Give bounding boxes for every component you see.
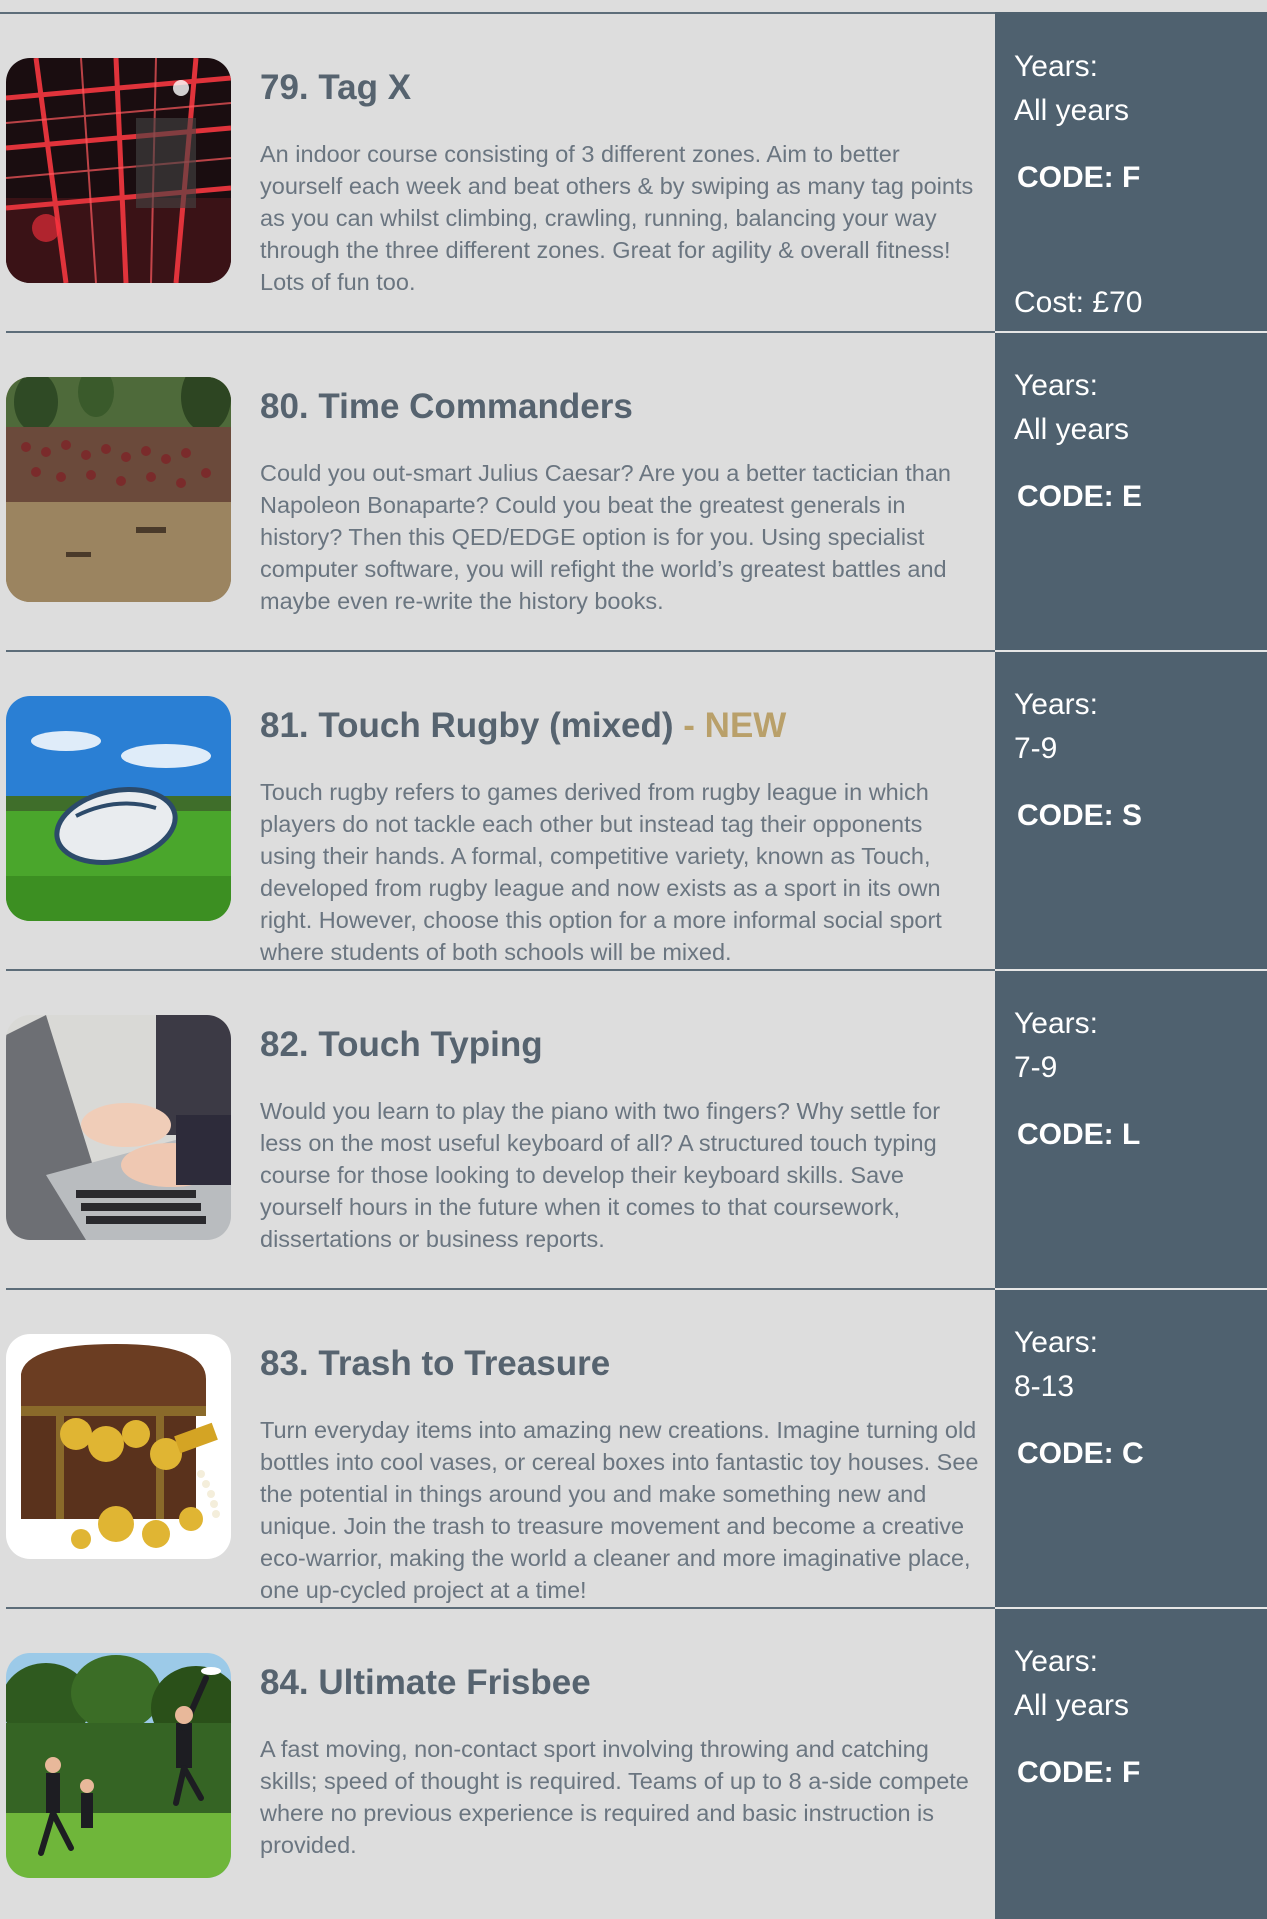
activity-title-text: 84. Ultimate Frisbee	[260, 1663, 591, 1702]
frisbee-players-photo	[6, 1653, 231, 1878]
activity-thumbnail	[6, 696, 231, 921]
activity-thumbnail	[6, 377, 231, 602]
activity-title: 84. Ultimate Frisbee	[260, 1663, 591, 1703]
years-value: All years	[1014, 94, 1130, 127]
new-badge: - NEW	[673, 706, 787, 745]
activity-description: Turn everyday items into amazing new cre…	[260, 1417, 979, 1603]
activity-code: CODE: L	[1017, 1118, 1141, 1151]
activity-row: 82. Touch Typing Would you learn to play…	[0, 971, 1267, 1290]
activity-thumbnail	[6, 58, 231, 283]
years-value: All years	[1014, 1689, 1130, 1722]
activity-title-text: 83. Trash to Treasure	[260, 1344, 611, 1383]
activity-row: 80. Time Commanders Could you out-smart …	[0, 333, 1267, 652]
activity-description: Could you out-smart Julius Caesar? Are y…	[260, 460, 952, 614]
years-value: All years	[1014, 413, 1130, 446]
battle-scene-photo	[6, 377, 231, 602]
years-label: Years:	[1014, 1645, 1098, 1678]
activity-title: 80. Time Commanders	[260, 387, 633, 427]
activity-title-text: 79. Tag X	[260, 68, 412, 107]
activity-row: 84. Ultimate Frisbee A fast moving, non-…	[0, 1609, 1267, 1919]
years-value: 8-13	[1014, 1370, 1075, 1403]
activity-code: CODE: E	[1017, 480, 1143, 513]
activity-description: Touch rugby refers to games derived from…	[260, 779, 942, 965]
activity-title-text: 82. Touch Typing	[260, 1025, 543, 1064]
activity-title: 79. Tag X	[260, 68, 411, 108]
activity-row: 79. Tag X An indoor course consisting of…	[0, 14, 1267, 333]
activity-description: Would you learn to play the piano with t…	[260, 1098, 941, 1252]
activity-title: 81. Touch Rugby (mixed) - NEW	[260, 706, 786, 746]
activity-title-text: 80. Time Commanders	[260, 387, 633, 426]
years-label: Years:	[1014, 50, 1098, 83]
activity-list-page: 79. Tag X An indoor course consisting of…	[0, 0, 1267, 1919]
rugby-ball-photo	[6, 696, 231, 921]
activity-row: 81. Touch Rugby (mixed) - NEW Touch rugb…	[0, 652, 1267, 971]
activity-code: CODE: F	[1017, 1756, 1141, 1789]
years-label: Years:	[1014, 369, 1098, 402]
activity-code: CODE: C	[1017, 1437, 1144, 1470]
activity-row: 83. Trash to Treasure Turn everyday item…	[0, 1290, 1267, 1609]
treasure-chest-photo	[6, 1334, 231, 1559]
typing-laptop-photo	[6, 1015, 231, 1240]
activity-code: CODE: S	[1017, 799, 1143, 832]
indoor-course-photo	[6, 58, 231, 283]
activity-thumbnail	[6, 1653, 231, 1878]
activity-description: A fast moving, non-contact sport involvi…	[260, 1736, 969, 1858]
activity-description: An indoor course consisting of 3 differe…	[260, 141, 974, 295]
years-value: 7-9	[1014, 1051, 1058, 1084]
years-label: Years:	[1014, 1007, 1098, 1040]
activity-code: CODE: F	[1017, 161, 1141, 194]
years-label: Years:	[1014, 688, 1098, 721]
activity-title: 82. Touch Typing	[260, 1025, 543, 1065]
activity-title-text: 81. Touch Rugby (mixed)	[260, 706, 674, 745]
activity-cost: Cost: £70	[1014, 286, 1143, 319]
activity-thumbnail	[6, 1334, 231, 1559]
activity-title: 83. Trash to Treasure	[260, 1344, 610, 1384]
years-value: 7-9	[1014, 732, 1058, 765]
activity-thumbnail	[6, 1015, 231, 1240]
years-label: Years:	[1014, 1326, 1098, 1359]
